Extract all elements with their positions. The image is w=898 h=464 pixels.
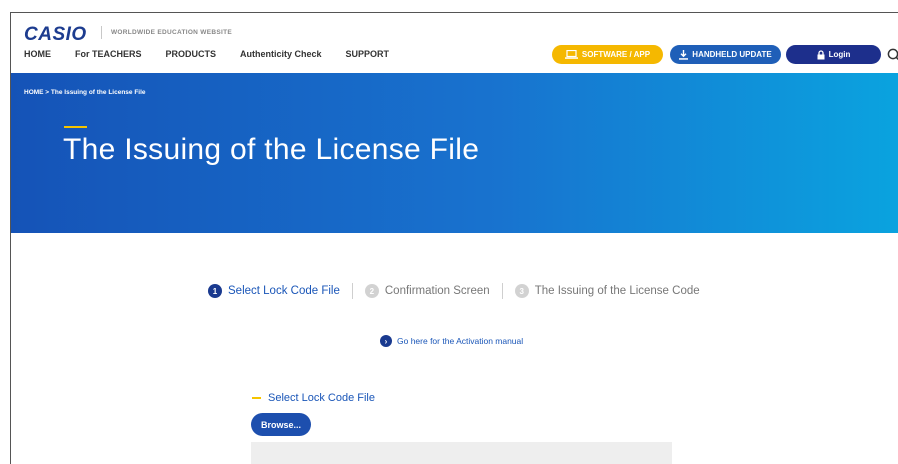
- hero-banner: HOME > The Issuing of the License File T…: [11, 73, 898, 233]
- step-1: 1 Select Lock Code File: [208, 284, 340, 298]
- download-icon: [679, 49, 689, 60]
- step-divider: [351, 283, 353, 299]
- nav-products[interactable]: PRODUCTS: [166, 49, 217, 59]
- browser-frame: CASIO WORLDWIDE EDUCATION WEBSITE HOME F…: [10, 12, 898, 464]
- nav-home[interactable]: HOME: [24, 49, 51, 59]
- activation-manual-label: Go here for the Activation manual: [397, 336, 524, 346]
- laptop-icon: [564, 50, 578, 59]
- casio-logo[interactable]: CASIO: [24, 24, 87, 46]
- progress-steps: 1 Select Lock Code File 2 Confirmation S…: [208, 283, 700, 299]
- lock-icon: [817, 49, 825, 59]
- software-app-button[interactable]: SOFTWARE / APP: [552, 45, 663, 64]
- logo-divider: [101, 26, 102, 39]
- step-3-label: The Issuing of the License Code: [534, 285, 700, 297]
- nav-support[interactable]: SUPPORT: [346, 49, 390, 59]
- software-app-label: SOFTWARE / APP: [581, 50, 651, 59]
- step-3-number: 3: [514, 284, 529, 298]
- file-name-field[interactable]: [251, 442, 672, 464]
- activation-manual-link[interactable]: › Go here for the Activation manual: [380, 335, 523, 347]
- site-header: CASIO WORLDWIDE EDUCATION WEBSITE HOME F…: [11, 13, 898, 73]
- step-2-number: 2: [364, 284, 379, 298]
- step-divider: [501, 283, 503, 299]
- step-3: 3 The Issuing of the License Code: [514, 284, 700, 298]
- login-label: Login: [828, 50, 851, 59]
- upload-section-title: Select Lock Code File: [252, 392, 375, 404]
- site-tagline: WORLDWIDE EDUCATION WEBSITE: [111, 29, 232, 36]
- breadcrumb[interactable]: HOME > The Issuing of the License File: [24, 89, 146, 96]
- chevron-right-icon: ›: [380, 335, 392, 347]
- handheld-update-label: HANDHELD UPDATE: [692, 50, 772, 59]
- step-2-label: Confirmation Screen: [384, 285, 490, 297]
- step-1-label: Select Lock Code File: [228, 285, 340, 297]
- browse-button[interactable]: Browse...: [251, 413, 311, 436]
- page-title: The Issuing of the License File: [63, 133, 480, 166]
- login-button[interactable]: Login: [786, 45, 881, 64]
- hero-accent-line: [64, 126, 87, 128]
- nav-authenticity-check[interactable]: Authenticity Check: [240, 49, 322, 59]
- handheld-update-button[interactable]: HANDHELD UPDATE: [670, 45, 781, 64]
- step-1-number: 1: [208, 284, 222, 298]
- main-nav: HOME For TEACHERS PRODUCTS Authenticity …: [24, 49, 413, 59]
- section-accent-dash: [252, 397, 261, 399]
- search-icon[interactable]: [887, 48, 898, 62]
- nav-for-teachers[interactable]: For TEACHERS: [75, 49, 142, 59]
- upload-section-label: Select Lock Code File: [268, 392, 375, 404]
- step-2: 2 Confirmation Screen: [364, 284, 490, 298]
